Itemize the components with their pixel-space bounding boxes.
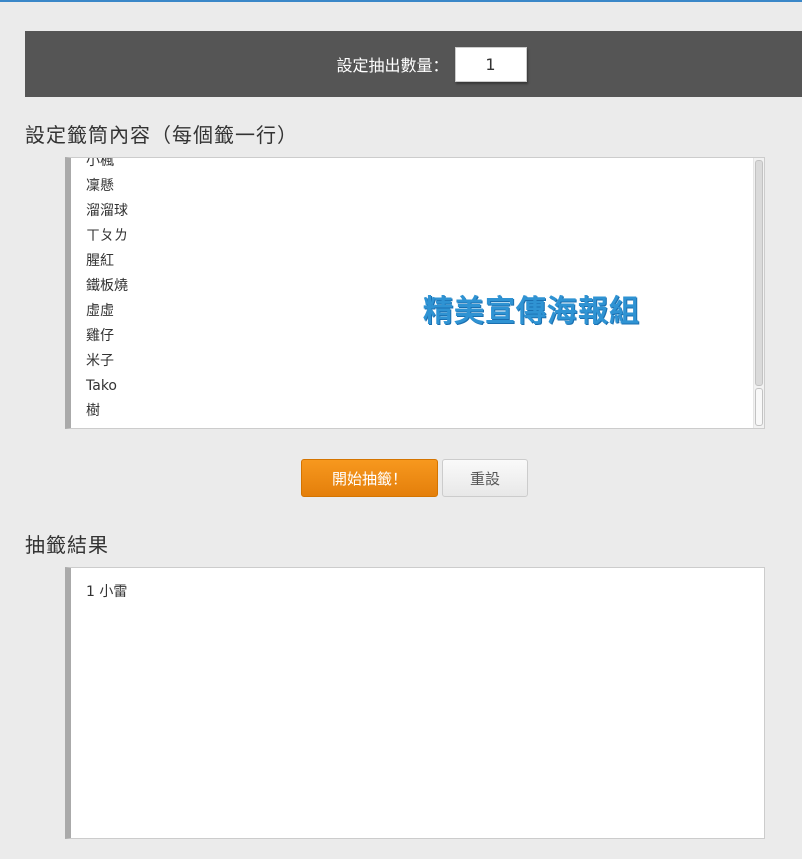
scrollbar[interactable]: [753, 158, 764, 428]
count-label: 設定抽出數量：: [336, 56, 449, 75]
top-accent-rule: [0, 0, 802, 2]
entry-item: Tako: [86, 378, 117, 394]
entry-item: 溜溜球: [86, 203, 128, 219]
scrollbar-track-end: [755, 388, 763, 426]
watermark-logo: 精美宣傳海報組: [423, 294, 640, 329]
result-text: 1 小雷: [86, 584, 128, 600]
start-draw-button[interactable]: 開始抽籤！: [301, 459, 438, 497]
entry-item: 樹: [86, 403, 100, 419]
lottery-content-textarea[interactable]: 小楓 凜懸 溜溜球 ㄒㄆㄌ 腥紅 鐵板燒 虛虛 雞仔 米子 Tako 樹 精美宣…: [65, 157, 765, 429]
entry-item: 腥紅: [86, 253, 114, 269]
entry-item: ㄒㄆㄌ: [86, 228, 128, 244]
result-panel: 1 小雷: [65, 567, 765, 839]
content-heading: 設定籤筒內容（每個籤一行）: [25, 123, 298, 147]
entry-item: 鐵板燒: [86, 278, 128, 294]
settings-bar: 設定抽出數量：: [25, 31, 802, 97]
entry-item: 虛虛: [86, 303, 114, 319]
reset-button[interactable]: 重設: [442, 459, 528, 497]
entry-item: 凜懸: [86, 178, 114, 194]
count-input[interactable]: [454, 46, 527, 82]
entry-item: 小楓: [86, 157, 114, 169]
scrollbar-thumb[interactable]: [755, 160, 763, 386]
result-heading: 抽籤結果: [25, 533, 109, 557]
entry-list: 小楓 凜懸 溜溜球 ㄒㄆㄌ 腥紅 鐵板燒 虛虛 雞仔 米子 Tako 樹: [86, 157, 128, 424]
entry-item: 米子: [86, 353, 114, 369]
entry-item: 雞仔: [86, 328, 114, 344]
